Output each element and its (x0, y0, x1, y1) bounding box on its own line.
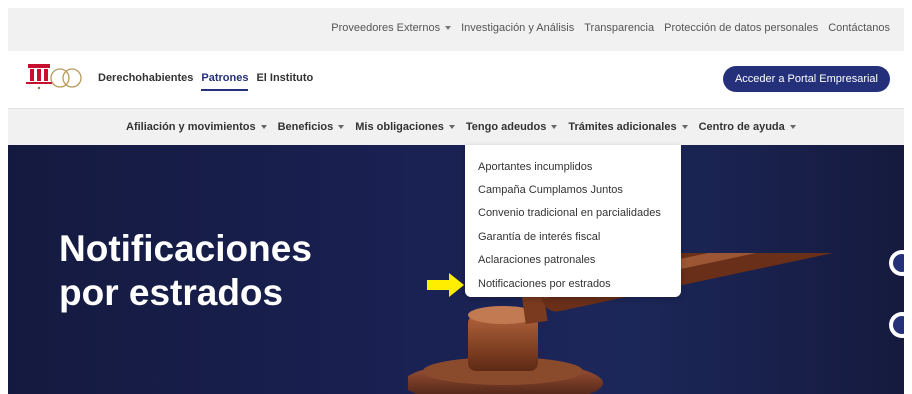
utility-link-label: Protección de datos personales (664, 22, 819, 34)
hand-icon (893, 316, 904, 334)
utility-link-proveedores-externos[interactable]: Proveedores Externos (331, 22, 452, 34)
utility-links: Proveedores Externos Investigación y Anál… (331, 22, 890, 34)
chevron-down-icon (445, 26, 452, 30)
section-nav-label: Beneficios (277, 121, 334, 133)
section-nav-mis-obligaciones[interactable]: Mis obligaciones (355, 121, 455, 133)
nav-tab-patrones[interactable]: Patrones (201, 72, 249, 91)
section-nav: Afiliación y movimientos Beneficios Mis ob… (8, 108, 904, 145)
section-nav-beneficios[interactable]: Beneficios (278, 121, 345, 133)
hero-title-line2: por estrados (59, 272, 284, 313)
dropdown-item-aportantes-incumplidos[interactable]: Aportantes incumplidos (465, 155, 681, 178)
utility-link-label: Investigación y Análisis (461, 22, 575, 34)
dropdown-item-convenio-tradicional-en-parcialidades[interactable]: Convenio tradicional en parcialidades (465, 202, 681, 225)
hero-title-line1: Notificaciones (59, 228, 312, 269)
utility-link-contactanos[interactable]: Contáctanos (828, 22, 890, 34)
section-nav-label: Trámites adicionales (568, 121, 677, 133)
section-nav-tramites-adicionales[interactable]: Trámites adicionales (568, 121, 688, 133)
yellow-arrow-icon (427, 273, 464, 297)
tengo-adeudos-dropdown: Aportantes incumplidos Campaña Cumplamos … (465, 145, 681, 297)
utility-link-proteccion-de-datos-personales[interactable]: Protección de datos personales (664, 22, 818, 34)
chevron-down-icon (338, 125, 345, 129)
main-header: Derechohabientes Patrones El Instituto Acc… (8, 51, 904, 108)
utility-link-investigacion-y-analisis[interactable]: Investigación y Análisis (461, 22, 574, 34)
section-nav-label: Centro de ayuda (698, 121, 785, 133)
chevron-down-icon (260, 125, 267, 129)
chevron-down-icon (551, 125, 558, 129)
hero-banner: Notificaciones por estrados (8, 145, 904, 394)
chevron-down-icon (681, 125, 688, 129)
chevron-down-icon (789, 125, 796, 129)
section-nav-afiliacion-y-movimientos[interactable]: Afiliación y movimientos (126, 121, 267, 133)
utility-link-label: Contáctanos (828, 22, 890, 34)
utility-bar: Proveedores Externos Investigación y Anál… (8, 8, 904, 51)
chevron-down-icon (448, 125, 455, 129)
dropdown-item-garantia-de-interes-fiscal[interactable]: Garantía de interés fiscal (465, 225, 681, 248)
portal-empresarial-button[interactable]: Acceder a Portal Empresarial (722, 66, 890, 92)
dropdown-item-aclaraciones-patronales[interactable]: Aclaraciones patronales (465, 249, 681, 272)
nav-tab-derechohabientes[interactable]: Derechohabientes (98, 72, 193, 91)
hero-title: Notificaciones por estrados (59, 227, 379, 315)
utility-link-transparencia[interactable]: Transparencia (584, 22, 654, 34)
section-nav-label: Tengo adeudos (465, 121, 547, 133)
section-nav-centro-de-ayuda[interactable]: Centro de ayuda (699, 121, 796, 133)
section-nav-tengo-adeudos[interactable]: Tengo adeudos (465, 121, 558, 133)
imss-logo-icon[interactable] (22, 61, 84, 93)
browser-viewport: Proveedores Externos Investigación y Anál… (8, 8, 904, 394)
audience-nav: Derechohabientes Patrones El Instituto (98, 72, 313, 91)
section-nav-label: Afiliación y movimientos (126, 121, 256, 133)
utility-link-label: Transparencia (584, 22, 655, 34)
nav-tab-el-instituto[interactable]: El Instituto (256, 72, 313, 91)
section-nav-items: Afiliación y movimientos Beneficios Mis ob… (126, 121, 796, 133)
utility-link-label: Proveedores Externos (331, 22, 441, 34)
section-nav-label: Mis obligaciones (355, 121, 444, 133)
dropdown-item-campana-cumplamos-juntos[interactable]: Campaña Cumplamos Juntos (465, 178, 681, 201)
dropdown-item-notificaciones-por-estrados[interactable]: Notificaciones por estrados (465, 272, 681, 295)
accessibility-icon (893, 254, 904, 272)
